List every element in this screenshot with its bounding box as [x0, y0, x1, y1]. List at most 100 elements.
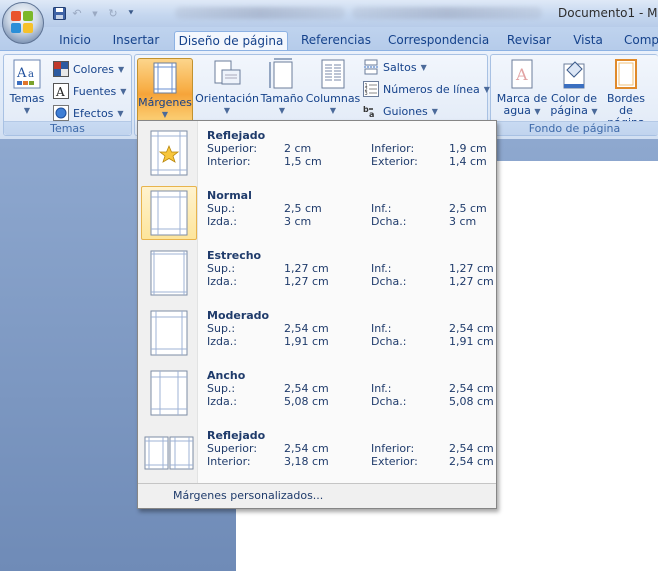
margin-option-reflejado[interactable]: Reflejado Superior: 2 cm Inferior: 1,9 c…: [138, 124, 496, 184]
marca-de-agua-label-2: agua: [503, 104, 531, 117]
svg-text:A: A: [55, 85, 65, 99]
chevron-down-icon: ▼: [534, 107, 541, 116]
label-right: Dcha.:: [371, 395, 407, 408]
tab-complementos[interactable]: Comp: [624, 31, 658, 51]
efectos-button[interactable]: Efectos ▼: [53, 103, 124, 123]
value-inside: 1,5 cm: [284, 155, 322, 168]
ribbon-tabs: Inicio Insertar Diseño de página Referen…: [0, 27, 658, 51]
blurred-title-part: [352, 7, 542, 19]
value-right: 1,91 cm: [449, 335, 494, 348]
value-right: 3 cm: [449, 215, 477, 228]
tab-revisar[interactable]: Revisar: [505, 31, 553, 51]
value-bottom: 2,54 cm: [449, 382, 494, 395]
value-top: 2,54 cm: [284, 382, 329, 395]
tab-referencias[interactable]: Referencias: [300, 31, 372, 51]
fonts-icon: A: [53, 83, 69, 99]
value-outside: 2,54 cm: [449, 455, 494, 468]
tamano-button[interactable]: Tamaño ▼: [259, 58, 305, 117]
label-outside: Exterior:: [371, 455, 418, 468]
label-bottom: Inf.:: [371, 202, 392, 215]
window-title: Documento1 - Mic: [558, 6, 658, 20]
office-button[interactable]: [2, 2, 44, 44]
tab-correspondencia[interactable]: Correspondencia: [388, 31, 489, 51]
value-left: 1,91 cm: [284, 335, 329, 348]
label-bottom: Inf.:: [371, 382, 392, 395]
saltos-label: Saltos: [383, 60, 417, 74]
custom-margins-item[interactable]: Márgenes personalizados...: [138, 484, 496, 508]
chevron-down-icon: ▼: [120, 86, 127, 96]
label-right: Dcha.:: [371, 275, 407, 288]
option-name: Reflejado: [207, 129, 266, 142]
option-name: Estrecho: [207, 249, 262, 262]
label-bottom: Inferior:: [371, 142, 415, 155]
chevron-down-icon: ▼: [117, 108, 124, 118]
office-logo-icon: [11, 11, 35, 35]
moderate-margins-icon: [150, 310, 188, 356]
undo-icon[interactable]: ↶: [70, 7, 84, 21]
orientacion-button[interactable]: Orientación ▼: [195, 58, 259, 117]
option-name: Normal: [207, 189, 252, 202]
themes-icon: A a: [11, 58, 43, 90]
customize-qat-icon[interactable]: ⯆: [124, 7, 138, 21]
label-top: Superior:: [207, 442, 258, 455]
numeros-de-linea-label: Números de línea: [383, 82, 480, 96]
fuentes-button[interactable]: A Fuentes ▼: [53, 81, 126, 101]
margenes-button[interactable]: Márgenes ▼: [137, 58, 193, 124]
group-label-fondo-de-pagina: Fondo de página: [491, 121, 658, 135]
tab-vista[interactable]: Vista: [570, 31, 606, 51]
colores-label: Colores: [73, 62, 114, 76]
saltos-button[interactable]: Saltos ▼: [363, 57, 427, 77]
label-top: Sup.:: [207, 382, 236, 395]
chevron-down-icon: ▼: [223, 106, 231, 115]
breaks-icon: [363, 59, 379, 75]
color-de-pagina-label-2: página: [550, 104, 588, 117]
margin-option-reflejado-2[interactable]: Reflejado Superior: 2,54 cm Inferior: 2,…: [138, 424, 496, 484]
label-inside: Interior:: [207, 155, 251, 168]
label-left: Izda.:: [207, 215, 237, 228]
margin-option-estrecho[interactable]: Estrecho Sup.: 1,27 cm Inf.: 1,27 cm Izd…: [138, 244, 496, 304]
svg-text:a: a: [369, 110, 374, 119]
columnas-button[interactable]: Columnas ▼: [305, 58, 361, 117]
color-de-pagina-button[interactable]: Color de página ▼: [549, 58, 599, 118]
save-icon[interactable]: [52, 7, 66, 21]
chevron-down-icon[interactable]: ▼: [88, 7, 102, 21]
margin-thumb-wrap: [141, 306, 197, 360]
marca-de-agua-button[interactable]: A Marca de agua ▼: [495, 58, 549, 118]
label-left: Izda.:: [207, 335, 237, 348]
value-top: 2 cm: [284, 142, 312, 155]
margin-option-moderado[interactable]: Moderado Sup.: 2,54 cm Inf.: 2,54 cm Izd…: [138, 304, 496, 364]
value-bottom: 2,54 cm: [449, 322, 494, 335]
value-top: 2,54 cm: [284, 322, 329, 335]
numeros-de-linea-button[interactable]: 123 Números de línea ▼: [363, 79, 490, 99]
chevron-down-icon: ▼: [23, 106, 31, 115]
redo-icon[interactable]: ↻: [106, 7, 120, 21]
label-bottom: Inf.:: [371, 322, 392, 335]
tab-insertar[interactable]: Insertar: [110, 31, 162, 51]
size-icon: [266, 58, 298, 90]
temas-label: Temas: [9, 92, 45, 105]
option-name: Ancho: [207, 369, 246, 382]
page-borders-icon: [610, 58, 642, 90]
tab-diseno-de-pagina[interactable]: Diseño de página: [174, 31, 288, 51]
colores-button[interactable]: Colores ▼: [53, 59, 124, 79]
group-fondo-de-pagina: A Marca de agua ▼ Color de página ▼ Bord…: [490, 54, 658, 136]
group-temas: A a Temas ▼ Colores ▼ A Fuentes ▼ Efecto…: [3, 54, 132, 136]
chevron-down-icon: ▼: [431, 106, 438, 116]
efectos-label: Efectos: [73, 106, 114, 120]
guiones-button[interactable]: ba Guiones ▼: [363, 101, 438, 121]
temas-button[interactable]: A a Temas ▼: [7, 58, 47, 120]
value-left: 5,08 cm: [284, 395, 329, 408]
margin-option-normal[interactable]: Normal Sup.: 2,5 cm Inf.: 2,5 cm Izda.: …: [138, 184, 496, 244]
value-top: 1,27 cm: [284, 262, 329, 275]
margin-option-ancho[interactable]: Ancho Sup.: 2,54 cm Inf.: 2,54 cm Izda.:…: [138, 364, 496, 424]
margin-thumb-wrap: [141, 186, 197, 240]
label-inside: Interior:: [207, 455, 251, 468]
option-name: Reflejado: [207, 429, 266, 442]
margin-thumb-wrap: [141, 426, 197, 480]
columnas-label: Columnas: [305, 92, 361, 105]
bordes-de-pagina-button[interactable]: Bordes de página: [599, 58, 653, 129]
tab-inicio[interactable]: Inicio: [56, 31, 94, 51]
title-bar: ↶ ▼ ↻ ⯆ Documento1 - Mic: [0, 0, 658, 27]
label-left: Izda.:: [207, 395, 237, 408]
value-inside: 3,18 cm: [284, 455, 329, 468]
